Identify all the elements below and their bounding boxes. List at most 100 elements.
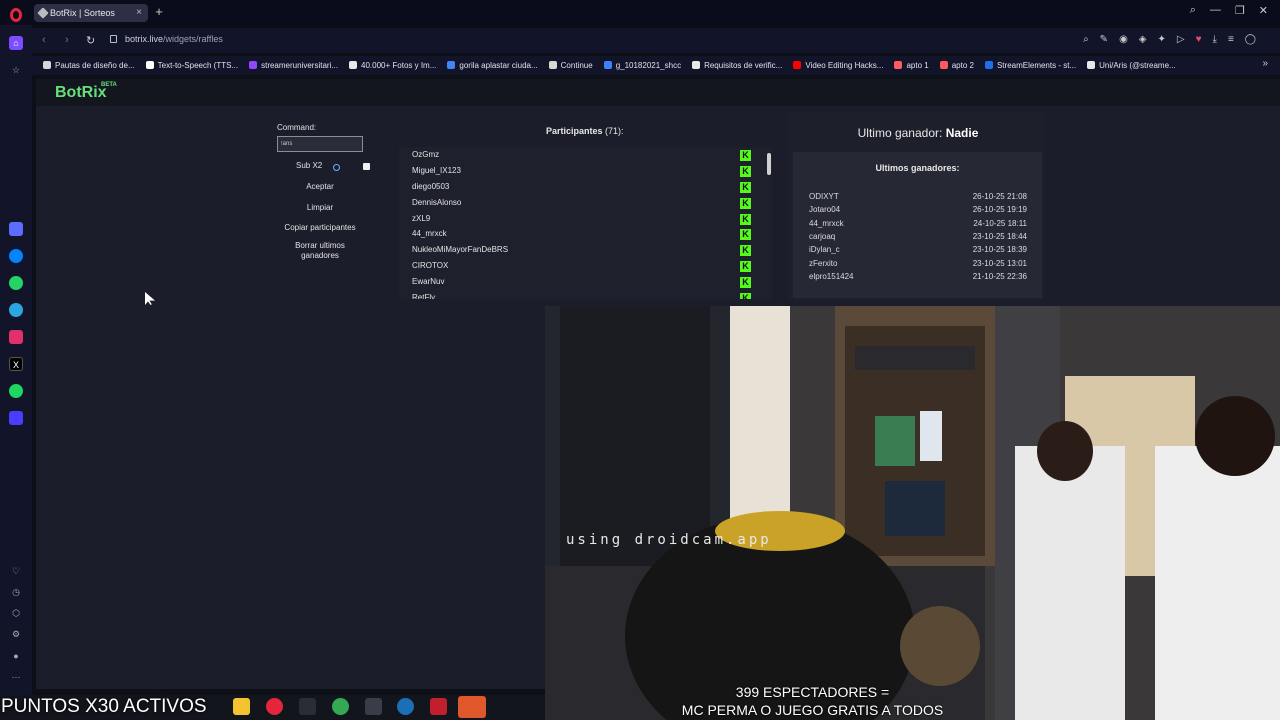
instagram-icon[interactable] <box>9 330 23 344</box>
app-taskbar-icon[interactable] <box>299 698 316 715</box>
url-field[interactable]: botrix.live/widgets/raffles <box>125 34 223 44</box>
copy-participants-button[interactable]: Copiar participantes <box>277 223 363 233</box>
winner-row: carjoaq 23-10-25 18:44 <box>809 232 1027 241</box>
x-icon[interactable]: X <box>9 357 23 371</box>
settings-icon[interactable]: ⚙ <box>9 627 23 641</box>
bookmarks-bar: Pautas de diseño de... Text-to-Speech (TT… <box>32 56 1280 75</box>
camera-icon[interactable]: ◉ <box>1119 34 1128 45</box>
home-icon[interactable]: ⌂ <box>9 36 23 50</box>
bookmark-item[interactable]: StreamElements - st... <box>984 56 1076 75</box>
viewers-overlay: 399 ESPECTADORES = MC PERMA O JUEGO GRAT… <box>550 683 1075 719</box>
file-explorer-icon[interactable] <box>233 698 250 715</box>
kick-icon: K <box>740 150 751 161</box>
participant-row: Miguel_IX123 K <box>399 163 772 179</box>
spotify-icon[interactable] <box>9 384 23 398</box>
favorite-heart-icon[interactable]: ♥ <box>1196 34 1202 45</box>
winner-name: ODIXYT <box>809 192 839 201</box>
reload-button[interactable]: ↻ <box>86 34 95 47</box>
new-tab-button[interactable]: + <box>152 4 166 20</box>
bookmark-item[interactable]: g_10182021_shcc <box>603 56 681 75</box>
messenger-icon[interactable] <box>9 249 23 263</box>
bookmark-item[interactable]: Text-to-Speech (TTS... <box>145 56 238 75</box>
points-banner: PUNTOS X30 ACTIVOS <box>1 696 207 717</box>
opera-taskbar-icon[interactable] <box>266 698 283 715</box>
extension-icon[interactable]: ✦ <box>1158 34 1166 45</box>
telegram-icon[interactable] <box>9 303 23 317</box>
maximize-button[interactable]: ❐ <box>1235 4 1245 17</box>
app-red-icon[interactable] <box>430 698 447 715</box>
winner-name: 44_mrxck <box>809 218 844 228</box>
participants-list[interactable]: OzGmz K Miguel_IX123 Kdiego0503 K DennisAlons… <box>399 147 772 299</box>
info-icon[interactable] <box>333 164 340 171</box>
minimize-button[interactable]: — <box>1210 4 1221 17</box>
steam-icon[interactable] <box>397 698 414 715</box>
history-icon[interactable]: ◷ <box>9 585 23 599</box>
participant-name: EwarNuv <box>412 277 445 287</box>
speed-dial-icon[interactable]: ☆ <box>9 63 23 77</box>
participant-name: NukleoMiMayorFanDeBRS <box>412 245 509 255</box>
bookmark-item[interactable]: Pautas de diseño de... <box>43 56 135 75</box>
delete-winners-button[interactable]: Borrar ultimos ganadores <box>277 241 363 261</box>
scrollbar-thumb[interactable] <box>767 153 771 175</box>
winner-row: elpro151424 21-10-25 22:36 <box>809 272 1027 281</box>
heart-icon[interactable]: ♡ <box>9 564 23 578</box>
command-input[interactable] <box>277 136 363 152</box>
search-icon[interactable]: ⌕ <box>1083 34 1089 45</box>
opera-logo-icon[interactable] <box>10 8 22 22</box>
bookmark-item[interactable]: Uni/Aris (@streame... <box>1087 56 1176 75</box>
tips-icon[interactable]: ● <box>9 649 23 663</box>
participant-name: diego0503 <box>412 181 450 191</box>
edit-icon[interactable]: ✎ <box>1100 34 1108 45</box>
participant-name: zXL9 <box>412 213 431 223</box>
participant-row: CIROTOX K <box>399 258 772 274</box>
bookmark-item[interactable]: gorila aplastar ciuda... <box>447 56 538 75</box>
sub-x2-checkbox[interactable] <box>363 163 370 170</box>
profile-icon[interactable]: ◯ <box>1245 34 1256 45</box>
winner-date: 21-10-25 22:36 <box>972 271 1027 281</box>
back-button[interactable]: ‹ <box>42 34 46 46</box>
winner-date: 26-10-25 21:08 <box>972 192 1027 201</box>
forward-button[interactable]: › <box>65 34 69 46</box>
bookmark-item[interactable]: apto 2 <box>939 56 974 75</box>
botrix-logo[interactable]: BotRix <box>55 84 107 102</box>
accept-button[interactable]: Aceptar <box>277 182 363 192</box>
shield-icon[interactable]: ◈ <box>1139 34 1147 45</box>
bookmark-item[interactable]: apto 1 <box>894 56 929 75</box>
tab-botrix-sorteos[interactable]: BotRix | Sorteos × <box>34 4 148 22</box>
bookmark-item[interactable]: Requisitos de verific... <box>692 56 782 75</box>
more-icon[interactable]: ··· <box>9 670 23 684</box>
webcam-image <box>545 306 1280 720</box>
calculator-icon[interactable] <box>365 698 382 715</box>
download-icon[interactable]: ⤓ <box>1213 34 1217 45</box>
search-tabs-icon[interactable]: ⌕ <box>1190 4 1196 17</box>
whatsapp-icon[interactable] <box>9 276 23 290</box>
last-winner-value: Nadie <box>945 126 979 140</box>
kick-icon: K <box>740 165 751 177</box>
sub-x2-label: Sub X2 <box>296 161 323 170</box>
winner-date: 23-10-25 13:01 <box>972 258 1027 268</box>
play-icon[interactable]: ▷ <box>1177 34 1185 45</box>
bookmark-item[interactable]: Video Editing Hacks... <box>793 56 883 75</box>
bookmark-item[interactable]: Continue <box>548 56 593 75</box>
menu-icon[interactable]: ≡ <box>1228 34 1234 45</box>
extensions-icon[interactable]: ⬡ <box>9 606 23 620</box>
participant-name: RetFly <box>412 293 436 299</box>
chrome-icon[interactable] <box>332 698 349 715</box>
tab-title: BotRix | Sorteos <box>50 8 115 18</box>
participants-scrollbar[interactable] <box>766 147 772 299</box>
player-icon[interactable] <box>9 411 23 425</box>
bookmarks-more-icon[interactable]: » <box>1262 58 1268 69</box>
obs-icon[interactable] <box>458 696 486 718</box>
lock-icon[interactable] <box>110 35 117 43</box>
aria-icon[interactable] <box>9 222 23 236</box>
participant-row: NukleoMiMayorFanDeBRS K <box>399 242 772 258</box>
clear-button[interactable]: Limpiar <box>277 203 363 213</box>
bookmark-item[interactable]: 40.000+ Fotos y Im... <box>349 56 436 75</box>
winner-name: Jotaro04 <box>809 205 841 215</box>
winner-row: iDylan_c 23-10-25 18:39 <box>809 245 1027 254</box>
participant-row: zXL9 K <box>399 211 772 227</box>
close-window-button[interactable]: ✕ <box>1259 4 1268 17</box>
command-label: Command: <box>277 123 317 132</box>
close-tab-icon[interactable]: × <box>136 4 142 22</box>
bookmark-item[interactable]: streameruniversitari... <box>249 56 338 75</box>
